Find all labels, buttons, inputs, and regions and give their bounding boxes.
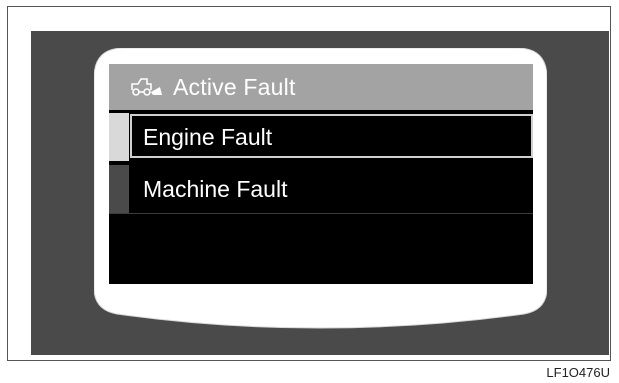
menu-item-machine-fault[interactable]: Machine Fault bbox=[109, 165, 533, 213]
menu-divider bbox=[109, 213, 533, 214]
menu-item-label: Engine Fault bbox=[143, 123, 273, 150]
lcd-screen: Active Fault Engine Fault Machine Fault bbox=[109, 64, 533, 284]
machine-fault-icon bbox=[129, 76, 169, 98]
display-bezel: Active Fault Engine Fault Machine Fault bbox=[94, 48, 547, 344]
display-panel: Active Fault Engine Fault Machine Fault bbox=[31, 31, 609, 355]
screen-title-bar: Active Fault bbox=[109, 64, 533, 110]
figure-code: LF1O476U bbox=[546, 365, 610, 380]
screen-title: Active Fault bbox=[173, 73, 296, 100]
menu-item-label: Machine Fault bbox=[143, 175, 288, 202]
menu-item-engine-fault[interactable]: Engine Fault bbox=[109, 113, 533, 161]
